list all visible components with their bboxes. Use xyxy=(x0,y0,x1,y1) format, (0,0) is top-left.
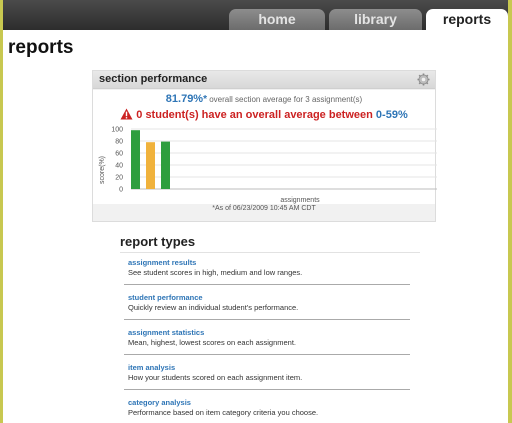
panel-title: section performance xyxy=(99,73,208,85)
low-average-warning: 0 student(s) have an overall average bet… xyxy=(93,108,435,123)
panel-body: 81.79%* overall section average for 3 as… xyxy=(93,90,437,204)
report-type-description: See student scores in high, medium and l… xyxy=(128,268,303,277)
report-type-item-analysis[interactable]: item analysis How your students scored o… xyxy=(128,363,418,383)
heading-divider xyxy=(120,252,420,253)
divider xyxy=(124,319,410,320)
score-bar[interactable] xyxy=(146,142,155,189)
tab-reports[interactable]: reports xyxy=(426,9,508,30)
settings-gear-icon[interactable] xyxy=(417,73,430,86)
y-tick-label: 60 xyxy=(115,151,123,158)
report-type-link[interactable]: assignment statistics xyxy=(128,328,418,338)
section-average: 81.79%* overall section average for 3 as… xyxy=(93,93,435,105)
y-tick-label: 20 xyxy=(115,175,123,182)
report-type-link[interactable]: assignment results xyxy=(128,258,418,268)
report-type-description: Quickly review an individual student's p… xyxy=(128,303,299,312)
report-type-student-performance[interactable]: student performance Quickly review an in… xyxy=(128,293,418,313)
page-frame-left xyxy=(0,0,3,423)
panel-header: section performance xyxy=(93,71,435,89)
y-tick-label: 80 xyxy=(115,139,123,146)
report-type-link[interactable]: category analysis xyxy=(128,398,418,408)
average-value: 81.79% xyxy=(165,93,204,105)
page-frame-right xyxy=(508,0,512,423)
score-bar[interactable] xyxy=(161,141,170,189)
y-axis-label: score(%) xyxy=(99,156,106,184)
tab-library[interactable]: library xyxy=(329,9,422,30)
report-type-description: Mean, highest, lowest scores on each ass… xyxy=(128,338,297,347)
section-performance-panel: section performance 81.79%* overall sect… xyxy=(92,70,437,222)
as-of-timestamp: *As of 06/23/2009 10:45 AM CDT xyxy=(212,205,316,212)
divider xyxy=(124,389,410,390)
divider xyxy=(124,284,410,285)
report-type-assignment-statistics[interactable]: assignment statistics Mean, highest, low… xyxy=(128,328,418,348)
y-tick-label: 40 xyxy=(115,163,123,170)
y-tick-label: 0 xyxy=(119,187,123,194)
average-description: overall section average for 3 assignment… xyxy=(209,95,363,104)
report-type-description: How your students scored on each assignm… xyxy=(128,373,303,382)
warning-icon xyxy=(120,108,133,123)
report-type-link[interactable]: student performance xyxy=(128,293,418,303)
report-types-heading: report types xyxy=(120,234,196,249)
divider xyxy=(124,354,410,355)
report-type-assignment-results[interactable]: assignment results See student scores in… xyxy=(128,258,418,278)
top-nav-bar: home library reports xyxy=(3,0,508,30)
warning-text: 0 student(s) have an overall average bet… xyxy=(136,109,373,121)
tab-home[interactable]: home xyxy=(229,9,325,30)
report-type-link[interactable]: item analysis xyxy=(128,363,418,373)
score-bar-chart: 0 20 40 60 80 100 score(%) assignments xyxy=(99,127,437,204)
y-tick-label: 100 xyxy=(111,127,123,134)
warning-range: 0-59% xyxy=(375,109,408,121)
score-bar[interactable] xyxy=(131,130,140,189)
x-axis-label: assignments xyxy=(280,197,320,204)
page-title: reports xyxy=(8,37,74,58)
report-type-category-analysis[interactable]: category analysis Performance based on i… xyxy=(128,398,418,418)
average-footnote-marker: * xyxy=(203,94,207,105)
report-type-description: Performance based on item category crite… xyxy=(128,408,319,417)
